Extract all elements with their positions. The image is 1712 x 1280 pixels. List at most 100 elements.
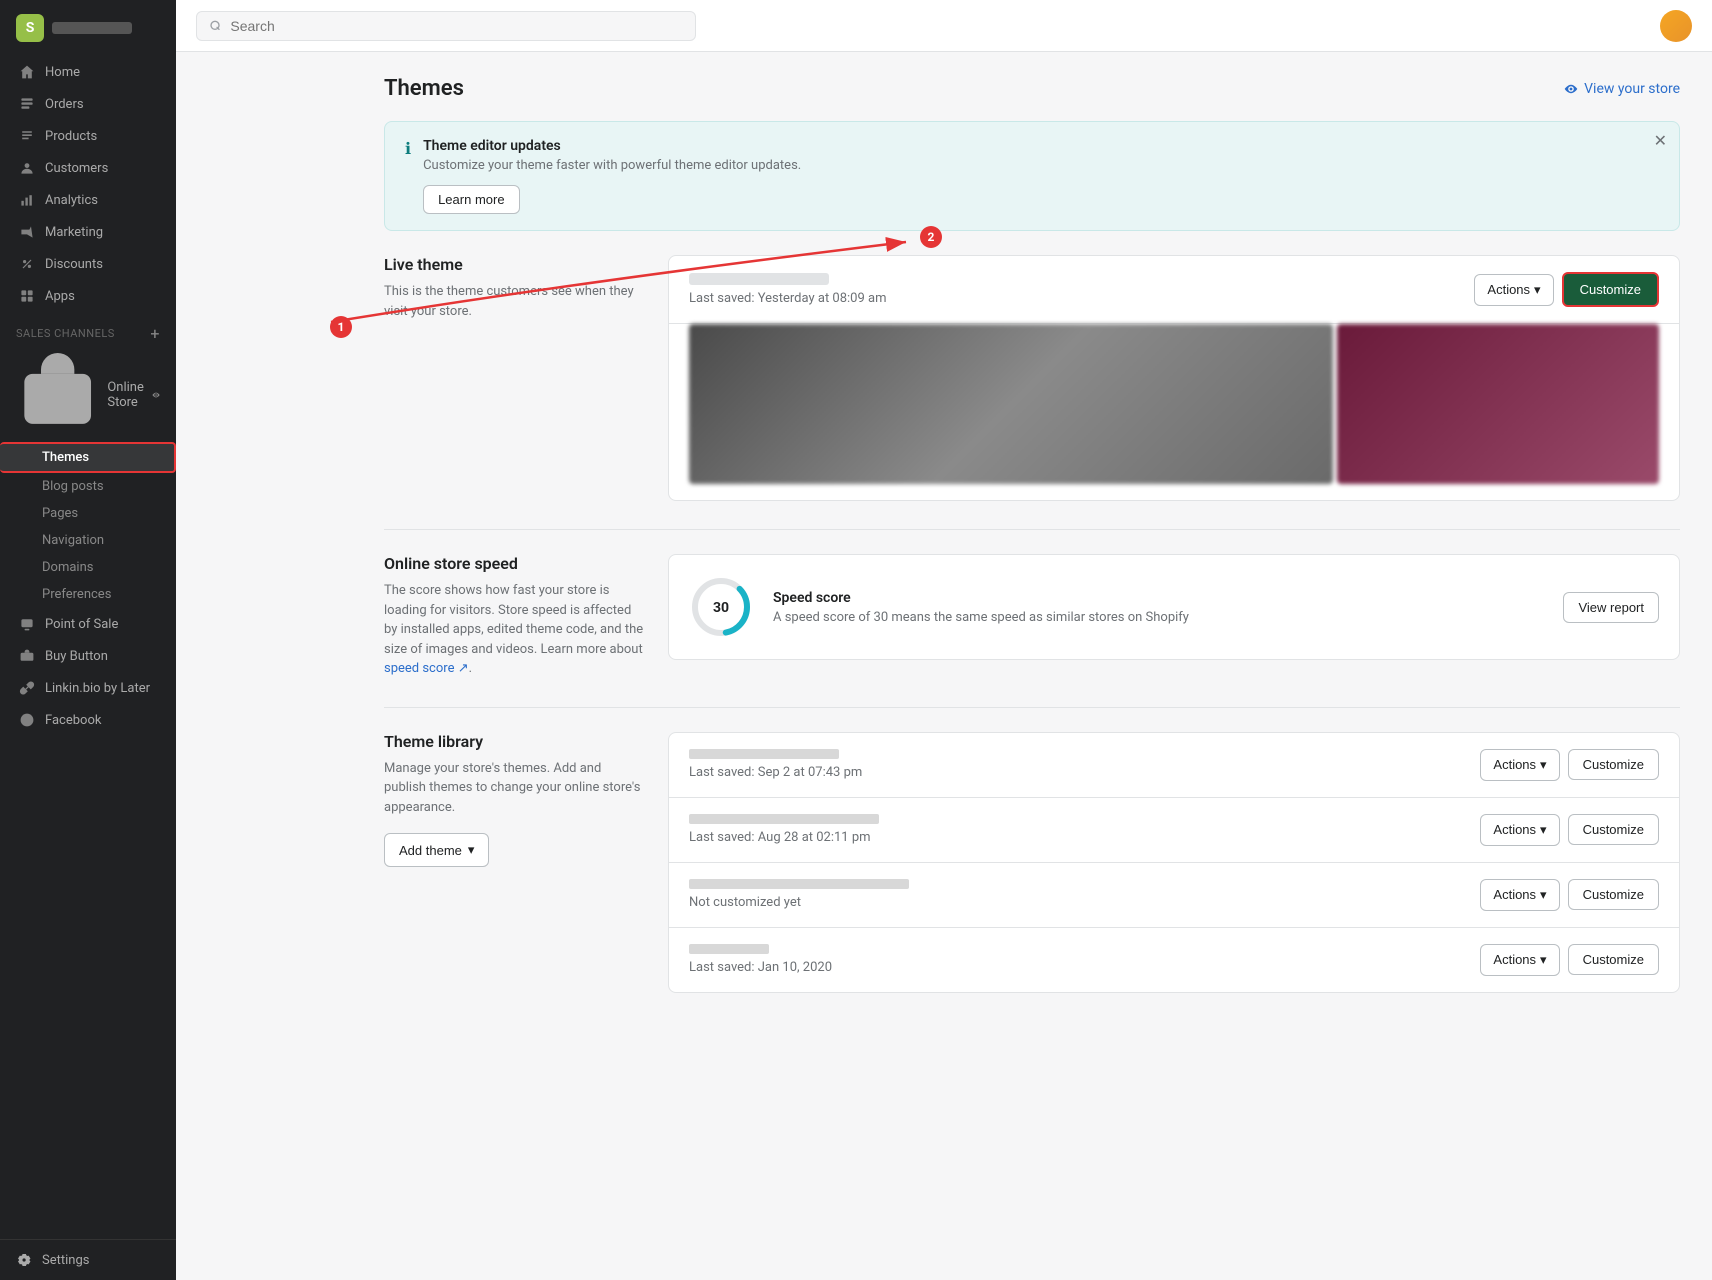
speed-description: The score shows how fast your store is l… xyxy=(384,581,644,679)
sidebar-item-discounts[interactable]: Discounts xyxy=(0,248,176,280)
theme-1-date: Last saved: Sep 2 at 07:43 pm xyxy=(689,765,1464,780)
theme-3-date: Not customized yet xyxy=(689,895,1464,910)
live-theme-actions: Actions ▾ Customize xyxy=(1474,272,1659,307)
live-theme-customize-button[interactable]: Customize xyxy=(1562,272,1659,307)
speed-card-content: 30 Speed score A speed score of 30 means… xyxy=(669,555,1679,659)
table-row: Last saved: Jan 10, 2020 Actions ▾ Custo… xyxy=(669,928,1679,992)
sidebar-item-pages[interactable]: Pages xyxy=(0,500,176,527)
theme-4-actions-button[interactable]: Actions ▾ xyxy=(1480,944,1559,976)
nav-label-customers: Customers xyxy=(45,161,108,176)
theme-1-actions: Actions ▾ Customize xyxy=(1480,749,1659,781)
speed-gauge: 30 xyxy=(689,575,753,639)
sidebar-item-domains[interactable]: Domains xyxy=(0,554,176,581)
view-store-link[interactable]: View your store xyxy=(1564,81,1680,97)
sidebar-item-home[interactable]: Home xyxy=(0,56,176,88)
live-theme-name-bar xyxy=(689,273,829,285)
chevron-down-icon: ▾ xyxy=(1540,887,1547,903)
theme-2-date: Last saved: Aug 28 at 02:11 pm xyxy=(689,830,1464,845)
info-icon: ℹ xyxy=(405,139,411,158)
theme-4-date: Last saved: Jan 10, 2020 xyxy=(689,960,1464,975)
theme-library-info: Theme library Manage your store's themes… xyxy=(384,732,644,868)
chevron-down-icon: ▾ xyxy=(1540,757,1547,773)
speed-card: 30 Speed score A speed score of 30 means… xyxy=(668,554,1680,660)
pos-icon xyxy=(19,616,35,632)
preview-main-image xyxy=(689,324,1333,484)
avatar xyxy=(1660,10,1692,42)
nav-label-products: Products xyxy=(45,129,97,144)
sidebar-item-facebook[interactable]: Facebook xyxy=(0,704,176,736)
theme-3-customize-button[interactable]: Customize xyxy=(1568,879,1659,910)
theme-2-actions-button[interactable]: Actions ▾ xyxy=(1480,814,1559,846)
add-sales-channel-icon[interactable]: + xyxy=(150,324,160,343)
sidebar-logo: S xyxy=(0,0,176,56)
search-bar[interactable] xyxy=(196,11,696,41)
sales-channels-section: SALES CHANNELS + xyxy=(0,312,176,347)
speed-score-info: Speed score A speed score of 30 means th… xyxy=(773,590,1543,625)
speed-info: Online store speed The score shows how f… xyxy=(384,554,644,679)
main-content: Themes View your store ℹ Theme editor up… xyxy=(352,52,1712,1280)
nav-label-orders: Orders xyxy=(45,97,84,112)
sidebar-item-analytics[interactable]: Analytics xyxy=(0,184,176,216)
sidebar: S Home Orders Products Customers Analyti… xyxy=(0,0,176,1280)
linkin-icon xyxy=(19,680,35,696)
online-store-label: Online Store xyxy=(107,380,144,410)
sidebar-item-blog-posts[interactable]: Blog posts xyxy=(0,473,176,500)
topbar-right xyxy=(1660,10,1692,42)
sidebar-item-marketing[interactable]: Marketing xyxy=(0,216,176,248)
theme-library-description: Manage your store's themes. Add and publ… xyxy=(384,759,644,818)
theme-library-card: Last saved: Sep 2 at 07:43 pm Actions ▾ … xyxy=(668,732,1680,993)
sidebar-item-navigation[interactable]: Navigation xyxy=(0,527,176,554)
discounts-icon xyxy=(19,256,35,272)
theme-4-customize-button[interactable]: Customize xyxy=(1568,944,1659,975)
settings-icon xyxy=(16,1252,32,1268)
page-title: Themes xyxy=(384,76,464,101)
sidebar-item-buy-button[interactable]: Buy Button xyxy=(0,640,176,672)
online-store-subnav: Themes Blog posts Pages Navigation Domai… xyxy=(0,442,176,608)
speed-section: Online store speed The score shows how f… xyxy=(384,554,1680,679)
sidebar-settings[interactable]: Settings xyxy=(0,1239,176,1280)
theme-3-actions-button[interactable]: Actions ▾ xyxy=(1480,879,1559,911)
facebook-icon xyxy=(19,712,35,728)
add-theme-button[interactable]: Add theme ▾ xyxy=(384,833,489,867)
nav-label-apps: Apps xyxy=(45,289,75,304)
banner-description: Customize your theme faster with powerfu… xyxy=(423,158,1659,173)
learn-more-button[interactable]: Learn more xyxy=(423,185,519,214)
sidebar-item-point-of-sale[interactable]: Point of Sale xyxy=(0,608,176,640)
search-input[interactable] xyxy=(230,18,683,34)
table-row: Not customized yet Actions ▾ Customize xyxy=(669,863,1679,928)
speed-score-link[interactable]: speed score ↗ xyxy=(384,661,469,676)
nav-label-facebook: Facebook xyxy=(45,713,101,728)
banner-close-button[interactable]: ✕ xyxy=(1654,134,1667,150)
sidebar-item-apps[interactable]: Apps xyxy=(0,280,176,312)
theme-4-actions: Actions ▾ Customize xyxy=(1480,944,1659,976)
theme-1-customize-button[interactable]: Customize xyxy=(1568,749,1659,780)
sidebar-item-orders[interactable]: Orders xyxy=(0,88,176,120)
analytics-icon xyxy=(19,192,35,208)
theme-library-heading: Theme library xyxy=(384,732,644,751)
table-row: Last saved: Sep 2 at 07:43 pm Actions ▾ … xyxy=(669,733,1679,798)
products-icon xyxy=(19,128,35,144)
sidebar-item-products[interactable]: Products xyxy=(0,120,176,152)
theme-1-name xyxy=(689,749,839,759)
live-theme-date: Last saved: Yesterday at 08:09 am xyxy=(689,291,1458,306)
live-theme-actions-button[interactable]: Actions ▾ xyxy=(1474,274,1553,306)
live-theme-section: Live theme This is the theme customers s… xyxy=(384,255,1680,501)
live-theme-preview xyxy=(669,324,1679,500)
topbar xyxy=(176,0,1712,52)
sidebar-item-preferences[interactable]: Preferences xyxy=(0,581,176,608)
shopify-logo-icon: S xyxy=(16,14,44,42)
eye-icon xyxy=(1564,82,1578,96)
theme-2-customize-button[interactable]: Customize xyxy=(1568,814,1659,845)
sidebar-item-online-store[interactable]: Online Store xyxy=(0,347,176,442)
apps-icon xyxy=(19,288,35,304)
banner: ℹ Theme editor updates Customize your th… xyxy=(384,121,1680,231)
theme-1-actions-button[interactable]: Actions ▾ xyxy=(1480,749,1559,781)
live-theme-row: Live theme This is the theme customers s… xyxy=(384,255,1680,501)
theme-4-meta: Last saved: Jan 10, 2020 xyxy=(689,944,1464,975)
theme-3-actions: Actions ▾ Customize xyxy=(1480,879,1659,911)
view-report-button[interactable]: View report xyxy=(1563,592,1659,623)
sidebar-item-customers[interactable]: Customers xyxy=(0,152,176,184)
store-name xyxy=(52,22,132,34)
sidebar-item-linkin[interactable]: Linkin.bio by Later xyxy=(0,672,176,704)
sidebar-item-themes[interactable]: Themes xyxy=(0,442,176,473)
